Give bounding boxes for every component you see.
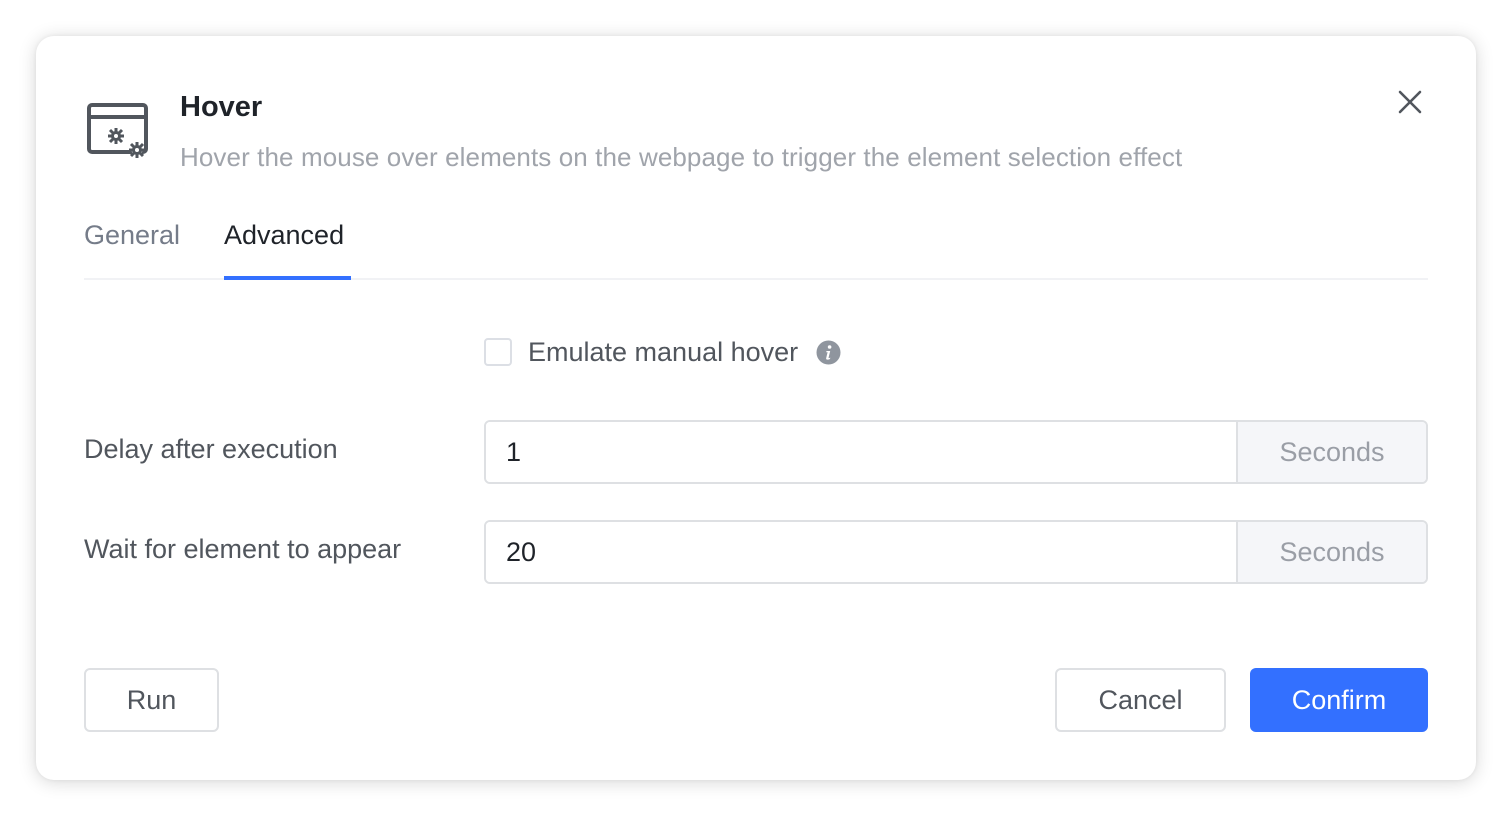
run-button[interactable]: Run [84,668,219,732]
wait-unit: Seconds [1236,522,1426,582]
tab-advanced[interactable]: Advanced [224,220,344,251]
info-icon[interactable] [816,340,841,365]
emulate-hover-checkbox[interactable] [484,338,512,366]
tab-bar: General Advanced [84,218,1428,280]
confirm-button[interactable]: Confirm [1250,668,1428,732]
emulate-hover-label[interactable]: Emulate manual hover [528,337,798,368]
wait-label: Wait for element to appear [84,534,402,564]
wait-input[interactable] [486,522,1236,582]
emulate-hover-option: Emulate manual hover [484,335,841,369]
delay-input-group: Seconds [484,420,1428,484]
delay-unit: Seconds [1236,422,1426,482]
tab-general[interactable]: General [84,220,180,251]
close-icon[interactable] [1396,88,1424,116]
wait-input-group: Seconds [484,520,1428,584]
dialog-subtitle: Hover the mouse over elements on the web… [180,142,1183,172]
delay-label: Delay after execution [84,434,338,464]
dialog-title: Hover [180,91,263,123]
delay-input[interactable] [486,422,1236,482]
hover-dialog: Hover Hover the mouse over elements on t… [36,36,1476,780]
window-settings-icon [87,103,148,158]
active-tab-indicator [224,276,351,280]
cancel-button[interactable]: Cancel [1055,668,1226,732]
